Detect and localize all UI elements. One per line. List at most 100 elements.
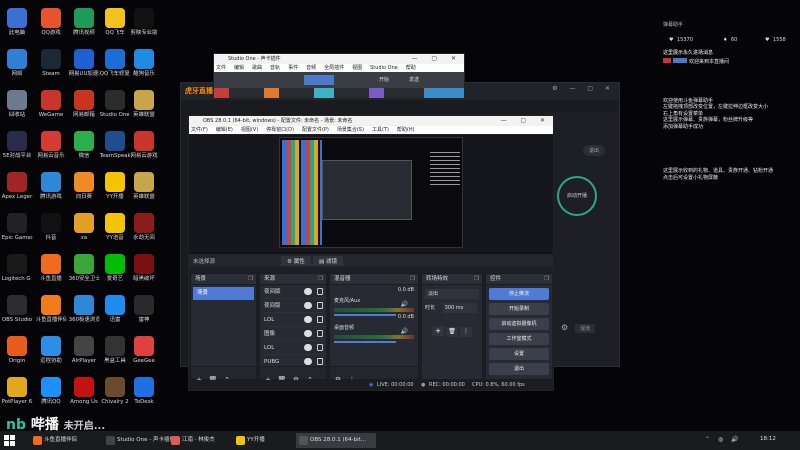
scene-item[interactable]: 场景 (193, 287, 254, 300)
taskbar-item-studio-one[interactable]: Studio One - 声卡插件 (103, 433, 175, 448)
speaker-icon[interactable]: 🔊 (401, 301, 408, 308)
visibility-eye-icon[interactable] (304, 302, 312, 309)
add-transition-icon[interactable]: + (432, 326, 444, 336)
desktop-icon[interactable]: 英雄联盟 (127, 90, 161, 129)
visibility-eye-icon[interactable] (304, 316, 312, 323)
desktop-icon[interactable]: PotPlayer 64 bit (0, 377, 34, 416)
huya-exit-button[interactable]: 退出 (583, 145, 606, 156)
obs-window[interactable]: OBS 28.0.1 (64-bit, windows) - 配置文件: 未命名… (188, 115, 554, 391)
desktop-icon[interactable]: Among Us (67, 377, 101, 416)
desktop-icon[interactable]: 网易UU加速器 (67, 49, 101, 88)
huya-start-circle[interactable]: 启动开播 (557, 176, 597, 216)
source-item[interactable]: 图像 (260, 327, 326, 341)
desktop-icon[interactable]: 回收站 (0, 90, 34, 129)
menu-item[interactable]: 音轨 (270, 65, 280, 71)
dock-detach-icon[interactable]: ❐ (318, 274, 323, 285)
obs-window-controls[interactable]: — ▢ ✕ (500, 116, 551, 126)
duration-input[interactable]: 300 ms (442, 303, 477, 313)
studio-one-window[interactable]: Studio One - 声卡插件 — ▢ ✕ 文件 编辑 歌曲 音轨 事件 音频 全局插件 视… (213, 53, 465, 99)
menu-item[interactable]: 帮助(H) (397, 127, 415, 133)
volume-slider[interactable] (334, 341, 396, 343)
desktop-icon[interactable]: Origin (0, 336, 34, 375)
desktop-icon[interactable]: 斗鱼直播 (34, 254, 68, 293)
menu-item[interactable]: 文件(F) (191, 127, 208, 133)
desktop-icon[interactable]: WeGame (34, 90, 68, 129)
desktop-icon[interactable]: 360安全卫士 (67, 254, 101, 293)
menu-item[interactable]: 场景集合(S) (337, 127, 364, 133)
desktop-icon[interactable]: 暗黑破坏 (127, 254, 161, 293)
desktop-icon[interactable]: 网易云游戏 (127, 131, 161, 170)
properties-button[interactable]: ⚙ 属性 (281, 256, 311, 266)
clock[interactable]: 18:12 (760, 436, 776, 442)
desktop-icon[interactable]: Apex Legends (0, 172, 34, 211)
menu-item[interactable]: 配置文件(P) (302, 127, 329, 133)
filters-button[interactable]: ▤ 滤镜 (313, 256, 343, 266)
desktop-icon[interactable]: 腾讯视频 (67, 8, 101, 47)
menu-item[interactable]: 帮助 (406, 65, 416, 71)
menu-item[interactable]: 编辑(E) (216, 127, 233, 133)
menu-item[interactable]: Studio One (370, 65, 398, 71)
huya-settings-icon[interactable]: ⚙ (561, 323, 568, 332)
taskbar-item-douyu[interactable]: 斗鱼直播伴侣 (30, 433, 100, 448)
dock-detach-icon[interactable]: ❐ (248, 274, 253, 285)
desktop-icon[interactable]: 抖音 (34, 213, 68, 252)
desktop-icon[interactable]: 5E对战平台 (0, 131, 34, 170)
visibility-eye-icon[interactable] (304, 330, 312, 337)
menu-item[interactable]: 全局插件 (324, 65, 344, 71)
source-item[interactable]: 夜间版 (260, 299, 326, 313)
desktop-icon[interactable]: Epic Games Launcher (0, 213, 34, 252)
lock-icon[interactable] (317, 302, 323, 309)
desktop-icon[interactable]: za (67, 213, 101, 252)
desktop-icon[interactable]: 网易云音乐 (34, 131, 68, 170)
visibility-eye-icon[interactable] (304, 344, 312, 351)
desktop-icon[interactable]: ToDesk (127, 377, 161, 416)
desktop-icon[interactable]: 360极速浏览器 (67, 295, 101, 334)
start-button[interactable] (4, 435, 15, 446)
start-virtual-camera-button[interactable]: 启动虚拟摄像机 (489, 318, 549, 330)
menu-item[interactable]: 视图 (352, 65, 362, 71)
menu-item[interactable]: 视图(V) (241, 127, 258, 133)
desktop-icon[interactable]: 酷狗音乐 (127, 49, 161, 88)
taskbar-item-music[interactable]: 江南 · 林俊杰 (168, 433, 230, 448)
huya-mix-button[interactable]: 混流 (575, 324, 596, 333)
source-item[interactable]: 夜间版 (260, 285, 326, 299)
source-item[interactable]: LOL (260, 341, 326, 355)
desktop-icon[interactable]: 斗鱼直播伴侣 (34, 295, 68, 334)
dock-detach-icon[interactable]: ❐ (410, 274, 415, 285)
menu-item[interactable]: 文件 (216, 65, 226, 71)
tray-icons[interactable]: ⌃ ◍ 🔊 (705, 436, 742, 443)
desktop-icon[interactable]: 向日葵 (67, 172, 101, 211)
stop-streaming-button[interactable]: 停止推流 (489, 288, 549, 300)
visibility-eye-icon[interactable] (304, 358, 312, 365)
desktop-icon[interactable]: Logitech G HUB (0, 254, 34, 293)
menu-item[interactable]: 音频 (306, 65, 316, 71)
menu-item[interactable]: 停靠窗口(D) (266, 127, 294, 133)
visibility-eye-icon[interactable] (304, 288, 312, 295)
desktop-icon[interactable]: 英雄联盟 (127, 172, 161, 211)
menu-item[interactable]: 歌曲 (252, 65, 262, 71)
desktop-icon[interactable]: 微信 (67, 131, 101, 170)
huya-window-controls[interactable]: ⚙ — ▢ ✕ (552, 85, 615, 92)
desktop-icon[interactable]: 永劫无间 (127, 213, 161, 252)
desktop-icon[interactable]: AirPlayer (67, 336, 101, 375)
desktop-icon[interactable]: Steam (34, 49, 68, 88)
dock-detach-icon[interactable]: ❐ (544, 274, 549, 285)
studio-one-start[interactable]: 开始 (379, 76, 389, 83)
studio-mode-button[interactable]: 工作室模式 (489, 333, 549, 345)
desktop-icon[interactable]: GeeGee (127, 336, 161, 375)
remove-transition-icon[interactable]: 🗑 (446, 327, 458, 337)
studio-one-select-tool[interactable] (304, 75, 334, 85)
transition-select[interactable]: 淡出 (425, 289, 479, 299)
speaker-icon[interactable]: 🔊 (401, 328, 408, 335)
desktop-icon[interactable]: 网络 (0, 49, 34, 88)
desktop-icon[interactable]: 网易邮箱 (67, 90, 101, 129)
desktop-icon[interactable]: 雷神 (127, 295, 161, 334)
start-recording-button[interactable]: 开始录制 (489, 303, 549, 315)
transition-menu-icon[interactable]: ⋮ (460, 327, 472, 337)
lock-icon[interactable] (317, 316, 323, 323)
lock-icon[interactable] (317, 358, 323, 365)
dock-detach-icon[interactable]: ❐ (474, 274, 479, 285)
menu-item[interactable]: 编辑 (234, 65, 244, 71)
menu-item[interactable]: 工具(T) (372, 127, 389, 133)
lock-icon[interactable] (317, 330, 323, 337)
